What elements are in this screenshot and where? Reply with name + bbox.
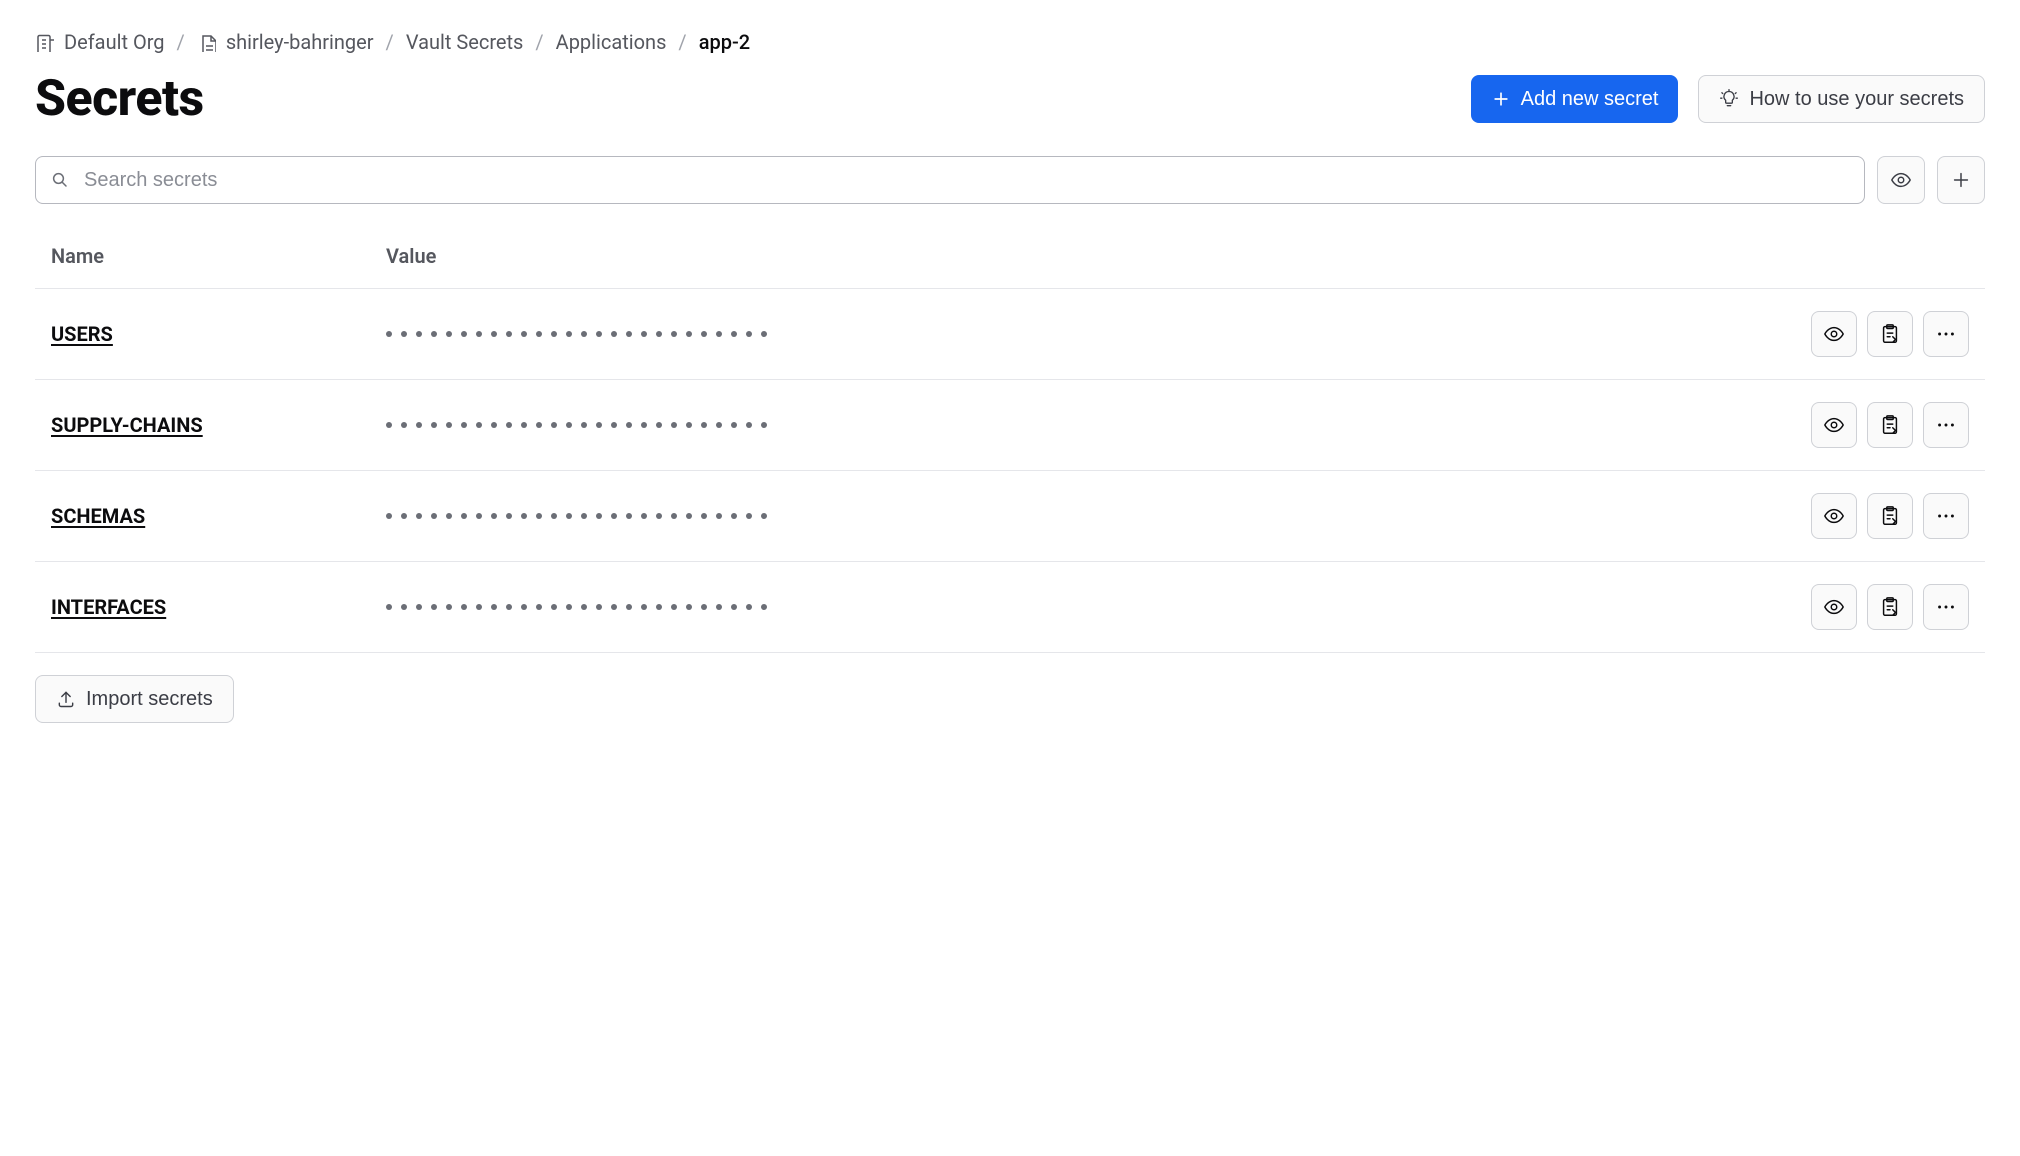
row-more-button[interactable] xyxy=(1923,493,1969,539)
breadcrumb: Default Org / shirley-bahringer / Vault … xyxy=(35,30,1985,54)
more-icon xyxy=(1935,596,1957,618)
secret-name-link[interactable]: SCHEMAS xyxy=(51,504,145,528)
breadcrumb-sep: / xyxy=(177,30,185,54)
copy-secret-button[interactable] xyxy=(1867,402,1913,448)
eye-icon xyxy=(1823,414,1845,436)
copy-secret-button[interactable] xyxy=(1867,493,1913,539)
row-more-button[interactable] xyxy=(1923,584,1969,630)
file-icon xyxy=(197,33,216,52)
secret-name-link[interactable]: USERS xyxy=(51,322,113,346)
col-header-name: Name xyxy=(51,244,386,268)
import-secrets-label: Import secrets xyxy=(86,688,213,711)
masked-value xyxy=(386,331,767,337)
breadcrumb-section[interactable]: Applications xyxy=(556,30,667,54)
more-icon xyxy=(1935,414,1957,436)
import-secrets-button[interactable]: Import secrets xyxy=(35,675,234,723)
more-icon xyxy=(1935,323,1957,345)
search-row xyxy=(35,156,1985,204)
breadcrumb-sep: / xyxy=(386,30,394,54)
col-header-value: Value xyxy=(386,244,1969,268)
add-secret-icon-button[interactable] xyxy=(1937,156,1985,204)
search-input[interactable] xyxy=(35,156,1865,204)
row-name-cell: USERS xyxy=(51,322,386,346)
clipboard-icon xyxy=(1879,505,1901,527)
how-to-use-button[interactable]: How to use your secrets xyxy=(1698,75,1985,123)
page-header: Secrets Add new secret How to use your s… xyxy=(35,70,1985,128)
table-row: SUPPLY-CHAINS xyxy=(35,380,1985,471)
toggle-visibility-all-button[interactable] xyxy=(1877,156,1925,204)
row-actions xyxy=(1811,584,1969,630)
table-row: USERS xyxy=(35,289,1985,380)
clipboard-icon xyxy=(1879,414,1901,436)
upload-icon xyxy=(56,689,76,709)
eye-icon xyxy=(1890,169,1912,191)
row-actions xyxy=(1811,493,1969,539)
row-value-cell xyxy=(386,604,1811,610)
search-wrap xyxy=(35,156,1865,204)
reveal-secret-button[interactable] xyxy=(1811,493,1857,539)
breadcrumb-sep: / xyxy=(678,30,686,54)
secret-name-link[interactable]: SUPPLY-CHAINS xyxy=(51,413,203,437)
add-new-secret-button[interactable]: Add new secret xyxy=(1471,75,1679,123)
org-icon xyxy=(35,33,54,52)
breadcrumb-section-label: Applications xyxy=(556,30,667,54)
table-body: USERS SUPPLY-CHAINS SCHEMAS INTERFACES xyxy=(35,289,1985,653)
breadcrumb-project[interactable]: shirley-bahringer xyxy=(197,30,374,54)
reveal-secret-button[interactable] xyxy=(1811,402,1857,448)
copy-secret-button[interactable] xyxy=(1867,584,1913,630)
copy-secret-button[interactable] xyxy=(1867,311,1913,357)
eye-icon xyxy=(1823,596,1845,618)
breadcrumb-org-label: Default Org xyxy=(64,30,165,54)
row-value-cell xyxy=(386,331,1811,337)
eye-icon xyxy=(1823,323,1845,345)
breadcrumb-product-label: Vault Secrets xyxy=(406,30,524,54)
eye-icon xyxy=(1823,505,1845,527)
secret-name-link[interactable]: INTERFACES xyxy=(51,595,166,619)
breadcrumb-product[interactable]: Vault Secrets xyxy=(406,30,524,54)
row-value-cell xyxy=(386,513,1811,519)
bulb-icon xyxy=(1719,89,1739,109)
row-actions xyxy=(1811,402,1969,448)
row-name-cell: SUPPLY-CHAINS xyxy=(51,413,386,437)
breadcrumb-current-label: app-2 xyxy=(699,30,750,54)
breadcrumb-sep: / xyxy=(535,30,543,54)
how-to-use-label: How to use your secrets xyxy=(1749,88,1964,111)
plus-icon xyxy=(1950,169,1972,191)
reveal-secret-button[interactable] xyxy=(1811,311,1857,357)
clipboard-icon xyxy=(1879,323,1901,345)
breadcrumb-org[interactable]: Default Org xyxy=(35,30,165,54)
row-actions xyxy=(1811,311,1969,357)
more-icon xyxy=(1935,505,1957,527)
row-value-cell xyxy=(386,422,1811,428)
plus-icon xyxy=(1491,89,1511,109)
masked-value xyxy=(386,422,767,428)
secrets-table: Name Value USERS SUPPLY-CHAINS SCHEMAS INTE… xyxy=(35,244,1985,653)
row-more-button[interactable] xyxy=(1923,402,1969,448)
add-new-secret-label: Add new secret xyxy=(1521,88,1659,111)
reveal-secret-button[interactable] xyxy=(1811,584,1857,630)
row-name-cell: SCHEMAS xyxy=(51,504,386,528)
row-name-cell: INTERFACES xyxy=(51,595,386,619)
clipboard-icon xyxy=(1879,596,1901,618)
row-more-button[interactable] xyxy=(1923,311,1969,357)
table-row: SCHEMAS xyxy=(35,471,1985,562)
table-header: Name Value xyxy=(35,244,1985,289)
header-actions: Add new secret How to use your secrets xyxy=(1471,75,1985,123)
table-footer: Import secrets xyxy=(35,653,1985,723)
masked-value xyxy=(386,513,767,519)
table-row: INTERFACES xyxy=(35,562,1985,653)
breadcrumb-current: app-2 xyxy=(699,30,750,54)
search-icon xyxy=(51,171,69,189)
page-title: Secrets xyxy=(35,70,204,128)
breadcrumb-project-label: shirley-bahringer xyxy=(226,30,374,54)
masked-value xyxy=(386,604,767,610)
